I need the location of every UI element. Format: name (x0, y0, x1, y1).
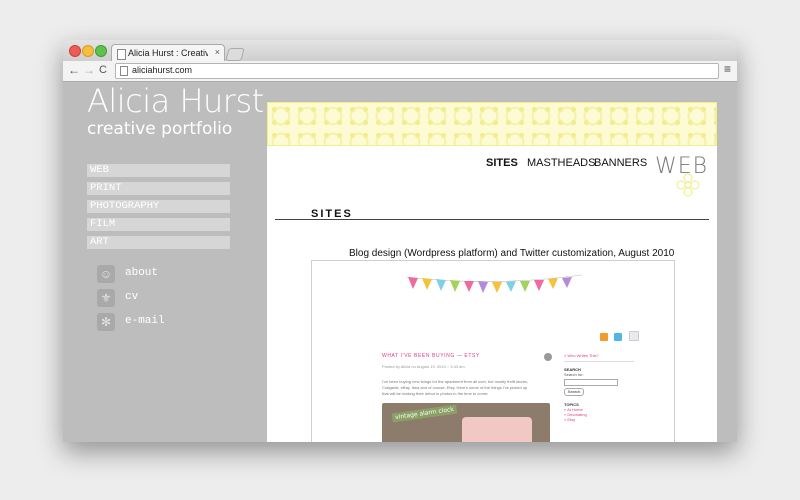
zoom-window-button[interactable] (95, 45, 107, 57)
category-photography[interactable]: PHOTOGRAPHY (87, 200, 230, 213)
category-film[interactable]: FILM (87, 218, 230, 231)
browser-window: Alicia Hurst : Creative Portfolio × ← → … (63, 40, 737, 442)
section-mark: WEB (655, 154, 707, 200)
project-screenshot[interactable]: WHAT I'VE BEEN BUYING — ETSY Posted by A… (311, 260, 675, 442)
project-caption: Blog design (Wordpress platform) and Twi… (349, 248, 675, 259)
category-nav: WEB PRINT PHOTOGRAPHY FILM ART (87, 164, 230, 254)
lace-banner (267, 102, 717, 146)
site-tagline: creative portfolio (87, 119, 233, 139)
photo-object (462, 417, 532, 442)
new-tab-button[interactable] (225, 48, 245, 61)
tab-title: Alicia Hurst : Creative Portfolio (128, 48, 208, 58)
snowflake-icon: ✻ (97, 313, 115, 331)
post-photo: vintage alarm clock (382, 403, 550, 442)
page-content: Alicia Hurst creative portfolio WEB PRIN… (63, 82, 737, 442)
post-byline: Posted by Alicia on August 19, 2010 :: 3… (382, 364, 465, 369)
who-link: » Who Writes This? (564, 353, 599, 358)
tab-close-icon[interactable]: × (215, 47, 220, 57)
nav-mastheads[interactable]: MASTHEADS (527, 157, 595, 169)
about-label[interactable]: about (125, 267, 158, 279)
cv-label[interactable]: cv (125, 291, 138, 303)
category-art[interactable]: ART (87, 236, 230, 249)
title-bar: Alicia Hurst : Creative Portfolio × (63, 40, 737, 62)
fleur-icon: ⚜ (97, 289, 115, 307)
nav-banners[interactable]: BANNERS (594, 157, 647, 169)
post-body: I've been buying new things for the apar… (382, 379, 529, 396)
bunting-graphic (405, 274, 583, 293)
photo-sign: vintage alarm clock (391, 404, 458, 423)
sidebar-divider (564, 361, 634, 362)
browser-tab[interactable]: Alicia Hurst : Creative Portfolio × (111, 44, 225, 62)
flickr-icon[interactable] (628, 331, 639, 341)
menu-icon[interactable]: ≡ (724, 62, 731, 76)
address-text[interactable]: aliciahurst.com (132, 65, 192, 75)
minimize-window-button[interactable] (82, 45, 94, 57)
comment-icon (544, 353, 552, 361)
page-icon (120, 66, 128, 76)
browser-toolbar: ← → C aliciahurst.com ≡ (63, 61, 737, 82)
topic-link: » Etsy (564, 417, 576, 422)
twitter-icon[interactable] (614, 333, 623, 341)
address-bar[interactable]: aliciahurst.com (115, 63, 719, 79)
page-icon (117, 49, 126, 60)
blog-sidebar: » Who Writes This? SEARCH Search for: Se… (564, 353, 634, 422)
post-title: WHAT I'VE BEEN BUYING — ETSY (382, 353, 480, 359)
search-label: Search for: (564, 372, 584, 377)
site-title[interactable]: Alicia Hurst (87, 82, 264, 120)
person-icon: ☺ (97, 265, 115, 283)
search-input (564, 379, 618, 386)
cv-link[interactable]: ⚜ cv (97, 289, 217, 313)
flower-icon (676, 173, 700, 197)
forward-arrow-icon[interactable]: → (83, 63, 95, 77)
close-window-button[interactable] (69, 45, 81, 57)
side-links: ☺ about ⚜ cv ✻ e-mail (97, 265, 217, 337)
nav-sites[interactable]: SITES (486, 157, 518, 169)
social-icons (600, 328, 641, 346)
about-link[interactable]: ☺ about (97, 265, 217, 289)
email-label[interactable]: e-mail (125, 315, 165, 327)
search-button: Search (564, 388, 584, 396)
rss-icon[interactable] (600, 333, 608, 341)
email-link[interactable]: ✻ e-mail (97, 313, 217, 337)
back-arrow-icon[interactable]: ← (68, 63, 80, 77)
reload-icon[interactable]: C (99, 64, 107, 76)
category-print[interactable]: PRINT (87, 182, 230, 195)
category-web[interactable]: WEB (87, 164, 230, 177)
heading-divider (275, 219, 709, 220)
content-panel: SITES MASTHEADS BANNERS WEB SITES Blog d… (267, 102, 717, 442)
